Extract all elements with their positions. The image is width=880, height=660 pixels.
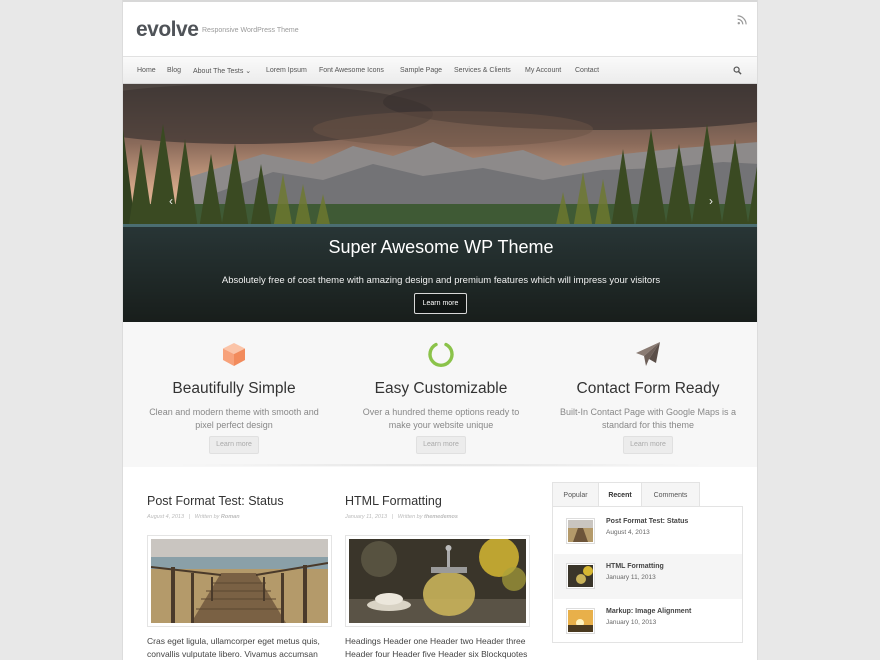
recent-post-date: August 4, 2013: [606, 529, 650, 536]
search-icon[interactable]: [733, 66, 742, 75]
slider-next-arrow[interactable]: ›: [704, 194, 718, 208]
feature-title: Easy Customizable: [374, 380, 508, 397]
feature-learn-more-button[interactable]: Learn more: [416, 436, 466, 454]
sunset-thumb-image: [568, 610, 593, 632]
feature-text: Over a hundred theme options ready to ma…: [362, 407, 520, 430]
cube-icon: [223, 343, 245, 366]
recent-post-thumbnail: [566, 518, 595, 544]
recent-post-thumbnail: [566, 608, 595, 634]
post-meta: August 4, 2013 | Written by Roman: [147, 514, 240, 520]
recent-post-item[interactable]: HTML Formatting January 11, 2013: [554, 554, 742, 599]
widget-tabs: Popular Recent Comments: [552, 482, 700, 507]
nav-item-about-the-tests[interactable]: About The Tests ⌄: [193, 67, 251, 75]
tab-comments[interactable]: Comments: [641, 482, 700, 507]
post-date: January 11, 2013: [345, 514, 388, 520]
hero-subtitle: Absolutely free of cost theme with amazi…: [221, 275, 661, 286]
page: evolve Responsive WordPress Theme Home B…: [122, 0, 758, 660]
tab-popular[interactable]: Popular: [552, 482, 599, 507]
feature-title: Contact Form Ready: [576, 380, 720, 397]
paper-plane-icon: [636, 342, 660, 366]
recent-post-title: Markup: Image Alignment: [606, 608, 692, 615]
main-nav: Home Blog About The Tests ⌄ Lorem Ipsum …: [123, 56, 757, 84]
recent-post-item[interactable]: Post Format Test: Status August 4, 2013: [554, 509, 742, 554]
post-author[interactable]: themedemos: [424, 514, 458, 520]
hero-slider: ‹ › Super Awesome WP Theme Absolutely fr…: [123, 84, 757, 322]
boardwalk-image: [151, 539, 328, 623]
post-status: Post Format Test: Status August 4, 2013 …: [147, 494, 332, 659]
feature-text: Built-In Contact Page with Google Maps i…: [559, 407, 737, 430]
hero-learn-more-button[interactable]: Learn more: [414, 293, 467, 314]
nav-item-sample-page[interactable]: Sample Page: [400, 67, 442, 74]
recent-posts-panel: Post Format Test: Status August 4, 2013 …: [552, 506, 743, 643]
nav-item-my-account[interactable]: My Account: [525, 67, 561, 74]
site-header: evolve Responsive WordPress Theme: [123, 2, 757, 56]
site-logo[interactable]: evolve: [136, 18, 199, 42]
slider-prev-arrow[interactable]: ‹: [164, 194, 178, 208]
recent-post-date: January 11, 2013: [606, 574, 656, 581]
nav-item-lorem-ipsum[interactable]: Lorem Ipsum: [266, 67, 307, 74]
post-written-by: Written by: [397, 514, 423, 520]
rss-icon[interactable]: [737, 15, 747, 25]
recent-post-date: January 10, 2013: [606, 619, 657, 626]
nav-item-services-clients[interactable]: Services & Clients: [454, 67, 511, 74]
post-title[interactable]: Post Format Test: Status: [147, 494, 332, 508]
post-html-formatting: HTML Formatting January 11, 2013 | Writt…: [345, 494, 530, 659]
nav-item-font-awesome-icons[interactable]: Font Awesome Icons: [319, 67, 384, 74]
boardwalk-thumb-image: [568, 520, 593, 542]
recent-post-item[interactable]: Markup: Image Alignment January 10, 2013: [554, 599, 742, 644]
feature-beautifully-simple: Beautifully Simple Clean and modern them…: [134, 322, 334, 467]
feature-text: Clean and modern theme with smooth and p…: [149, 407, 319, 430]
tab-recent[interactable]: Recent: [598, 482, 642, 507]
post-thumbnail[interactable]: [147, 535, 332, 627]
nav-item-blog[interactable]: Blog: [167, 67, 181, 74]
post-title[interactable]: HTML Formatting: [345, 494, 530, 508]
nav-item-contact[interactable]: Contact: [575, 67, 599, 74]
feature-learn-more-button[interactable]: Learn more: [623, 436, 673, 454]
recent-post-thumbnail: [566, 563, 595, 589]
post-meta: January 11, 2013 | Written by themedemos: [345, 514, 458, 520]
feature-easy-customizable: Easy Customizable Over a hundred theme o…: [341, 322, 541, 467]
post-excerpt: Headings Header one Header two Header th…: [345, 636, 528, 659]
tea-image: [349, 539, 526, 623]
post-author[interactable]: Roman: [221, 514, 240, 520]
site-tagline: Responsive WordPress Theme: [202, 27, 299, 34]
section-divider: [183, 464, 699, 466]
tea-thumb-image: [568, 565, 593, 587]
recent-post-title: Post Format Test: Status: [606, 518, 689, 525]
post-thumbnail[interactable]: [345, 535, 530, 627]
tabs-widget: Popular Recent Comments Post Format Test…: [552, 482, 743, 643]
features-section: Beautifully Simple Clean and modern them…: [123, 322, 757, 467]
post-date: August 4, 2013: [147, 514, 185, 520]
feature-learn-more-button[interactable]: Learn more: [209, 436, 259, 454]
feature-title: Beautifully Simple: [172, 380, 296, 397]
feature-contact-form-ready: Contact Form Ready Built-In Contact Page…: [548, 322, 748, 467]
post-excerpt: Cras eget ligula, ullamcorper eget metus…: [147, 636, 320, 659]
circle-notch-icon: [428, 342, 454, 367]
nav-item-home[interactable]: Home: [137, 67, 156, 74]
hero-title: Super Awesome WP Theme: [328, 237, 554, 257]
recent-post-title: HTML Formatting: [606, 563, 664, 570]
post-written-by: Written by: [194, 514, 220, 520]
